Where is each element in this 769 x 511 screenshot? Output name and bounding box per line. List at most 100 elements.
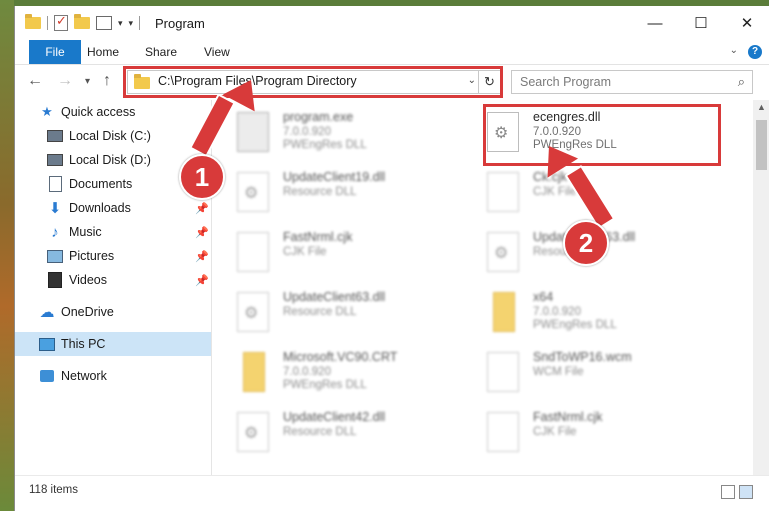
dll-gear-icon	[487, 232, 519, 272]
sidebar-item-label: Videos	[69, 273, 107, 287]
minimize-button[interactable]: —	[632, 6, 678, 40]
toolbar-separator	[139, 16, 141, 30]
sidebar-item-pictures[interactable]: Pictures 📌	[15, 244, 211, 268]
network-icon	[39, 369, 55, 383]
sidebar-item-label: Music	[69, 225, 102, 239]
folder-icon	[25, 14, 41, 29]
pin-icon: 📌	[195, 274, 209, 287]
file-name: FastNrml.cjk	[533, 410, 603, 424]
file-icon	[487, 352, 519, 392]
pictures-icon	[47, 249, 63, 263]
title-bar: ▾ ▾ Program — ☐ ✕	[15, 6, 769, 40]
sidebar-item-label: OneDrive	[61, 305, 114, 319]
folder-icon	[243, 352, 265, 392]
star-icon: ★	[41, 104, 53, 119]
up-button[interactable]: ↑	[103, 72, 111, 90]
sidebar-item-quick-access[interactable]: ★ Quick access	[15, 100, 211, 124]
sidebar-item-videos[interactable]: Videos 📌	[15, 268, 211, 292]
window-title: Program	[155, 16, 205, 31]
pin-icon: 📌	[195, 226, 209, 239]
file-description: PWEngRes DLL	[283, 379, 367, 391]
item-count: 118 items	[29, 484, 79, 496]
file-name: program.exe	[283, 110, 354, 124]
quick-access-toolbar: ▾ ▾	[25, 13, 141, 31]
file-icon	[487, 412, 519, 452]
file-icon	[237, 232, 269, 272]
forward-button[interactable]: →	[57, 72, 73, 90]
scroll-up-icon[interactable]: ▲	[753, 102, 769, 112]
file-type: CJK File	[533, 186, 577, 198]
file-type: CJK File	[283, 246, 327, 258]
search-box[interactable]: ⌕	[511, 70, 753, 94]
video-icon	[47, 272, 63, 288]
back-button[interactable]: ←	[27, 72, 43, 90]
callout-badge-2: 2	[563, 220, 609, 266]
folder-icon	[493, 292, 515, 332]
tab-view[interactable]: View	[204, 40, 230, 64]
file-item[interactable]: program.exe 7.0.0.920 PWEngRes DLL	[213, 102, 453, 160]
file-type: Resource DLL	[283, 306, 357, 318]
file-item[interactable]: FastNrml.cjk CJK File	[213, 222, 453, 280]
file-name: SndToWP16.wcm	[533, 350, 632, 364]
sidebar-item-label: Downloads	[69, 201, 131, 215]
close-button[interactable]: ✕	[724, 6, 769, 40]
maximize-button[interactable]: ☐	[678, 6, 724, 40]
customize-icon[interactable]	[96, 16, 112, 30]
file-item[interactable]: UpdateClient19.dll Resource DLL	[213, 162, 453, 220]
sidebar-item-downloads[interactable]: ⬇ Downloads 📌	[15, 196, 211, 220]
large-icons-view-icon[interactable]	[739, 485, 753, 499]
chevron-down-icon[interactable]: ▾	[118, 18, 123, 29]
desktop-background	[0, 0, 14, 511]
tab-share[interactable]: Share	[145, 40, 177, 64]
pin-icon: 📌	[195, 250, 209, 263]
callout-badge-1: 1	[179, 154, 225, 200]
file-type: WCM File	[533, 366, 584, 378]
file-type: CJK File	[533, 426, 577, 438]
disk-icon	[47, 129, 63, 143]
sidebar-item-label: Local Disk (D:)	[69, 153, 151, 167]
file-item[interactable]: x64 7.0.0.920 PWEngRes DLL	[463, 282, 703, 340]
recent-locations-button[interactable]: ▾	[85, 76, 90, 87]
sidebar-item-music[interactable]: ♪ Music 📌	[15, 220, 211, 244]
file-type: Resource DLL	[283, 186, 357, 198]
disk-icon	[47, 153, 63, 167]
document-icon	[47, 176, 63, 192]
search-input[interactable]	[518, 74, 722, 90]
sidebar-item-this-pc[interactable]: This PC	[15, 332, 211, 356]
file-item[interactable]: FastNrml.cjk CJK File	[463, 402, 703, 460]
sidebar-item-label: Documents	[69, 177, 133, 191]
file-name: UpdateClient19.dll	[283, 170, 386, 184]
navigation-pane: ★ Quick access Local Disk (C:) 📌 Local D…	[15, 100, 212, 475]
selected-file-highlight	[483, 104, 721, 166]
file-name: FastNrml.cjk	[283, 230, 353, 244]
sidebar-item-network[interactable]: Network	[15, 364, 211, 388]
search-icon[interactable]: ⌕	[738, 74, 745, 90]
dll-gear-icon	[237, 412, 269, 452]
file-item[interactable]: UpdateClient63.dll Resource DLL	[213, 282, 453, 340]
details-view-icon[interactable]	[721, 485, 735, 499]
exe-icon	[237, 112, 269, 152]
tab-home[interactable]: Home	[87, 40, 119, 64]
file-item[interactable]: UpdateClient42.dll Resource DLL	[213, 402, 453, 460]
status-bar: 118 items	[15, 475, 769, 506]
cloud-icon: ☁	[39, 304, 55, 321]
sidebar-item-label: Quick access	[61, 105, 136, 119]
toolbar-separator	[47, 16, 48, 30]
dll-gear-icon	[237, 292, 269, 332]
file-item[interactable]: SndToWP16.wcm WCM File	[463, 342, 703, 400]
vertical-scrollbar[interactable]: ▲	[753, 100, 769, 475]
sidebar-item-onedrive[interactable]: ☁ OneDrive	[15, 300, 211, 324]
help-icon[interactable]: ?	[748, 45, 762, 59]
qat-dropdown-icon[interactable]: ▾	[129, 18, 134, 29]
new-folder-icon[interactable]	[74, 14, 90, 29]
tab-file[interactable]: File	[29, 40, 81, 64]
file-name: UpdateClient42.dll	[283, 410, 386, 424]
file-item[interactable]: Microsoft.VC90.CRT 7.0.0.920 PWEngRes DL…	[213, 342, 453, 400]
sidebar-item-local-disk-c[interactable]: Local Disk (C:) 📌	[15, 124, 211, 148]
expand-ribbon-icon[interactable]: ⌄	[730, 45, 738, 56]
file-description: PWEngRes DLL	[283, 139, 367, 151]
scrollbar-thumb[interactable]	[756, 120, 767, 170]
sidebar-item-label: Pictures	[69, 249, 115, 263]
pin-icon: 📌	[195, 202, 209, 215]
properties-check-icon[interactable]	[54, 13, 68, 31]
